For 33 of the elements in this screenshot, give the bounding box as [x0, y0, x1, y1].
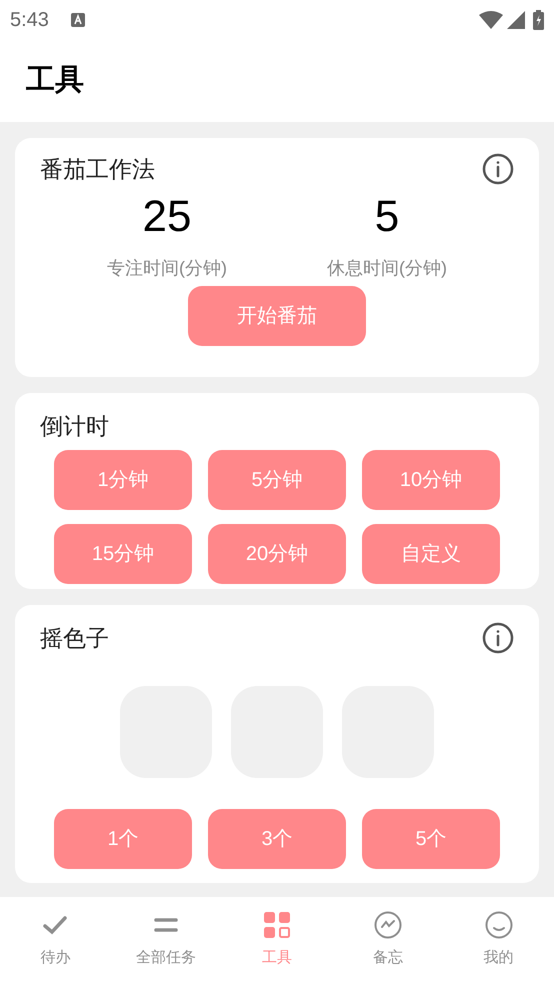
info-icon[interactable] — [482, 153, 514, 186]
card-title: 番茄工作法 — [40, 155, 155, 184]
wifi-icon — [479, 11, 503, 29]
smile-icon — [484, 911, 513, 939]
grid-icon — [262, 911, 291, 939]
duration-button[interactable]: 20分钟 — [208, 524, 346, 584]
stat-value: 5 — [374, 190, 400, 242]
card-title: 倒计时 — [40, 412, 110, 441]
dice-count-button[interactable]: 3个 — [208, 808, 346, 868]
nav-tab[interactable]: 我的 — [443, 897, 554, 984]
page-title: 工具 — [26, 63, 84, 98]
nav-tab[interactable]: 备忘 — [332, 897, 444, 984]
duration-button[interactable]: 1分钟 — [54, 450, 192, 510]
stat-label: 专注时间(分钟) — [107, 256, 227, 280]
duration-button[interactable]: 5分钟 — [208, 450, 346, 510]
status-time: 5:43 — [10, 8, 49, 33]
info-icon[interactable] — [482, 622, 514, 654]
nav-tab[interactable]: 待办 — [0, 897, 111, 984]
chart-icon — [374, 911, 402, 939]
duration-button[interactable]: 自定义 — [362, 524, 500, 584]
keyboard-app-icon — [70, 13, 85, 27]
dice-count-button[interactable]: 5个 — [362, 808, 500, 868]
battery-icon — [533, 10, 544, 30]
card-title: 摇色子 — [40, 624, 109, 653]
duration-button[interactable]: 15分钟 — [54, 524, 192, 584]
duration-button[interactable]: 10分钟 — [362, 450, 500, 510]
nav-tab[interactable]: 工具 — [222, 897, 332, 984]
stat-label: 休息时间(分钟) — [327, 256, 447, 280]
nav-tab[interactable]: 全部任务 — [110, 897, 222, 984]
dice-count-button[interactable]: 1个 — [54, 808, 192, 868]
signal-icon — [507, 11, 525, 29]
start-button[interactable]: 开始番茄 — [188, 286, 366, 346]
stat-value: 25 — [142, 190, 192, 242]
